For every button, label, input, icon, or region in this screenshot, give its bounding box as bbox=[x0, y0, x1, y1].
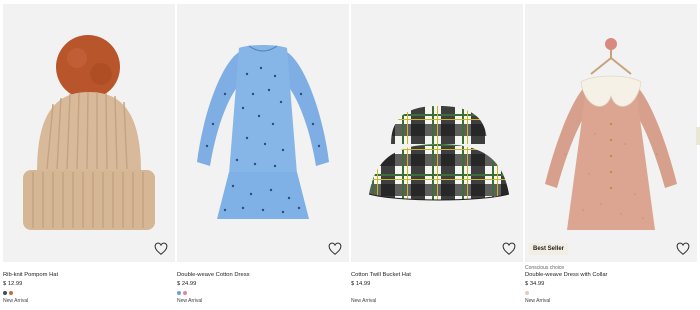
product-image[interactable] bbox=[3, 4, 175, 262]
heart-icon[interactable] bbox=[154, 242, 168, 256]
product-price: $ 34.99 bbox=[525, 281, 545, 287]
new-arrival-label: New Arrival bbox=[177, 298, 203, 304]
product-price: $ 14.99 bbox=[351, 281, 371, 287]
blue-dress-icon bbox=[197, 45, 329, 219]
color-swatches bbox=[3, 291, 13, 295]
scroll-edge-tab[interactable] bbox=[696, 127, 700, 145]
product-name[interactable]: Cotton Twill Bucket Hat bbox=[351, 272, 411, 278]
conscious-choice-label: Conscious choice bbox=[525, 265, 565, 271]
color-swatch[interactable] bbox=[525, 291, 529, 295]
product-name[interactable]: Double-weave Dress with Collar bbox=[525, 272, 607, 278]
color-swatches bbox=[525, 291, 529, 295]
product-name[interactable]: Double-weave Cotton Dress bbox=[177, 272, 250, 278]
color-swatch[interactable] bbox=[3, 291, 7, 295]
product-grid: Rib-knit Pompom Hat $ 12.99 New Arrival bbox=[0, 0, 700, 310]
heart-icon[interactable] bbox=[676, 242, 690, 256]
product-card[interactable]: Rib-knit Pompom Hat $ 12.99 New Arrival bbox=[3, 0, 175, 310]
heart-icon[interactable] bbox=[328, 242, 342, 256]
product-image[interactable] bbox=[351, 4, 523, 262]
new-arrival-label: New Arrival bbox=[3, 298, 29, 304]
new-arrival-label: New Arrival bbox=[351, 298, 377, 304]
product-price: $ 24.99 bbox=[177, 281, 197, 287]
collar-dress-icon bbox=[545, 38, 677, 230]
color-swatch[interactable] bbox=[177, 291, 181, 295]
product-name[interactable]: Rib-knit Pompom Hat bbox=[3, 272, 58, 278]
product-price: $ 12.99 bbox=[3, 281, 23, 287]
pompom-hat-icon bbox=[23, 35, 155, 230]
color-swatches bbox=[177, 291, 187, 295]
color-swatch[interactable] bbox=[183, 291, 187, 295]
best-seller-badge: Best Seller bbox=[529, 243, 569, 255]
product-card[interactable]: Double-weave Cotton Dress $ 24.99 New Ar… bbox=[177, 0, 349, 310]
product-image[interactable] bbox=[177, 4, 349, 262]
new-arrival-label: New Arrival bbox=[525, 298, 551, 304]
product-card[interactable]: Cotton Twill Bucket Hat $ 14.99 New Arri… bbox=[351, 0, 523, 310]
color-swatch[interactable] bbox=[9, 291, 13, 295]
product-image[interactable]: Best Seller bbox=[525, 4, 697, 262]
product-card[interactable]: Best Seller Conscious choice Double-weav… bbox=[525, 0, 697, 310]
bucket-hat-icon bbox=[368, 106, 510, 201]
heart-icon[interactable] bbox=[502, 242, 516, 256]
